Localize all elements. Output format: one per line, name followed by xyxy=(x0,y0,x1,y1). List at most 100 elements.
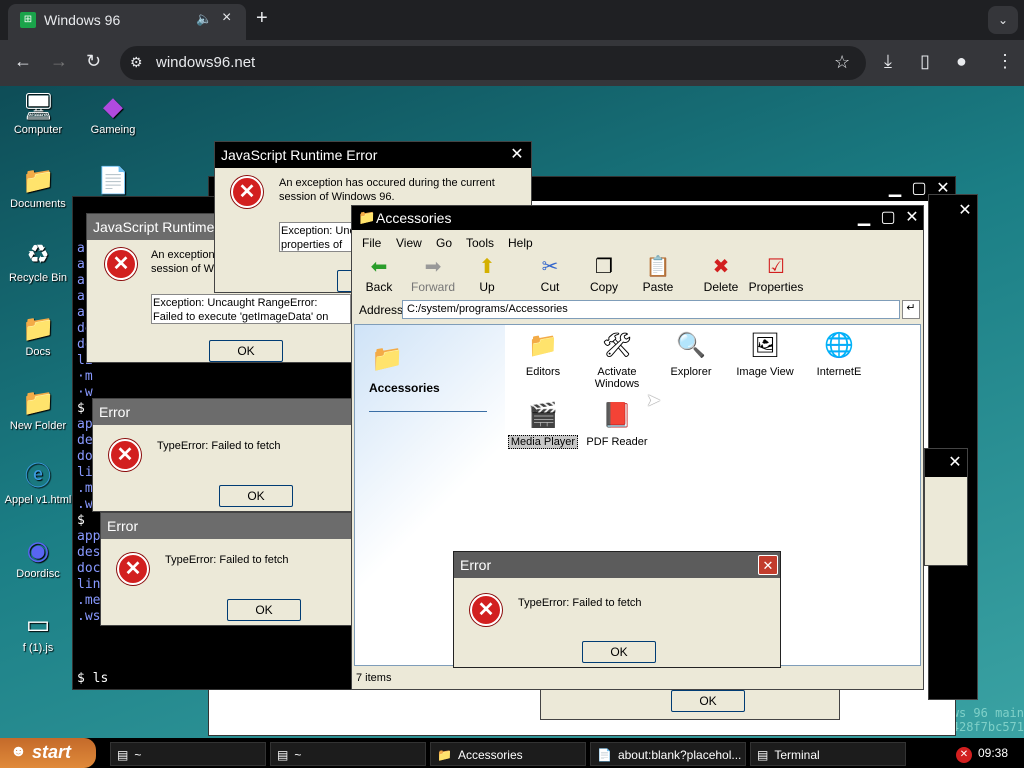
up-folder-icon: ⬆ xyxy=(478,256,496,278)
item-internete[interactable]: 🌐 InternetE xyxy=(803,330,875,378)
desktop-icon-f1js[interactable]: ▭ f (1).js xyxy=(1,608,75,654)
maximize-icon[interactable]: ▢ xyxy=(909,179,929,199)
document-icon: 📄 xyxy=(97,165,130,195)
side-panel-title: Accessories xyxy=(369,381,440,395)
item-image-view[interactable]: 🖼 Image View xyxy=(729,330,801,378)
ok-button[interactable]: OK xyxy=(227,599,301,621)
ie-icon: ⓔ xyxy=(24,461,51,491)
desktop-icon-notes[interactable]: 📄 xyxy=(76,164,150,198)
folder-icon: 📁 xyxy=(358,209,376,225)
folder-icon: 📁 xyxy=(437,748,452,762)
error-icon: ✕ xyxy=(117,553,149,585)
error-tray-icon[interactable]: ✕ xyxy=(956,747,972,763)
item-media-player[interactable]: 🎬 Media Player xyxy=(507,400,579,449)
windows96-favicon: ⊞ xyxy=(20,12,36,28)
menu-help[interactable]: Help xyxy=(508,236,533,250)
forward-arrow-icon[interactable]: → xyxy=(50,52,68,70)
close-icon[interactable]: ✕ xyxy=(945,453,965,473)
desktop-icon-recycle-bin[interactable]: ♻ Recycle Bin xyxy=(1,238,75,284)
error-message: TypeError: Failed to fetch xyxy=(518,597,642,609)
taskbar-item-terminal-1[interactable]: ▤ ~ xyxy=(110,742,266,766)
start-button[interactable]: ☻ start xyxy=(0,738,96,768)
ok-button[interactable]: OK xyxy=(219,485,293,507)
profile-icon[interactable]: ● xyxy=(956,52,967,70)
more-menu-icon[interactable]: ⋮ xyxy=(996,52,1014,70)
menu-tools[interactable]: Tools xyxy=(466,236,494,250)
address-input[interactable]: C:/system/programs/Accessories xyxy=(402,300,900,319)
back-arrow-icon[interactable]: ← xyxy=(14,52,32,70)
ok-button[interactable]: OK xyxy=(209,340,283,362)
item-explorer[interactable]: 🔍 Explorer xyxy=(655,330,727,378)
desktop-icon-computer[interactable]: 🖥 Computer xyxy=(1,90,75,136)
desktop-icon-appel[interactable]: ⓔ Appel v1.html xyxy=(1,460,75,506)
taskbar-item-terminal-2[interactable]: ▤ ~ xyxy=(270,742,426,766)
tools-icon: 🛠 xyxy=(601,332,633,359)
bookmark-star-icon[interactable]: ☆ xyxy=(834,52,850,73)
ok-button[interactable]: OK xyxy=(671,690,745,712)
minimize-icon[interactable]: ▁ xyxy=(854,208,874,228)
forward-arrow-icon: ➡ xyxy=(424,256,442,278)
ok-button[interactable]: OK xyxy=(582,641,656,663)
go-arrow-icon[interactable]: ↵ xyxy=(902,300,920,319)
taskbar-item-terminal-app[interactable]: ▤ Terminal xyxy=(750,742,906,766)
error-message: TypeError: Failed to fetch xyxy=(157,440,281,452)
menu-view[interactable]: View xyxy=(396,236,422,250)
item-pdf-reader[interactable]: 📕 PDF Reader xyxy=(581,400,653,448)
error-dialog-1: Error ✕ TypeError: Failed to fetch OK xyxy=(92,398,354,512)
tab-title: Windows 96 xyxy=(44,12,121,28)
taskbar-item-about-blank[interactable]: 📄 about:blank?placehol... xyxy=(590,742,746,766)
properties-icon: ☑ xyxy=(767,256,785,278)
side-panel-icon[interactable]: ▯ xyxy=(920,52,930,70)
download-icon[interactable]: ⤓ xyxy=(884,52,892,70)
delete-button[interactable]: ✖ Delete xyxy=(696,254,746,294)
background-dialog-edge: ✕ xyxy=(924,448,968,566)
start-smiley-icon: ☻ xyxy=(10,743,27,760)
close-icon[interactable]: ✕ xyxy=(955,201,975,221)
site-settings-icon[interactable]: ⚙ xyxy=(130,54,143,71)
copy-icon: ❐ xyxy=(595,256,613,278)
folder-icon: 📁 xyxy=(22,165,55,195)
dialog-titlebar: JavaScript Runtime Error xyxy=(215,142,531,168)
cut-button[interactable]: ✂ Cut xyxy=(525,254,575,294)
taskbar-item-accessories[interactable]: 📁 Accessories xyxy=(430,742,586,766)
reload-icon[interactable]: ↻ xyxy=(86,52,101,70)
scissors-icon: ✂ xyxy=(541,256,559,278)
close-icon[interactable]: ✕ xyxy=(758,555,778,575)
folder-icon: 📁 xyxy=(22,313,55,343)
new-tab-icon[interactable]: + xyxy=(256,8,268,28)
paste-button[interactable]: 📋 Paste xyxy=(633,254,683,294)
desktop-icon-new-folder[interactable]: 📁 New Folder xyxy=(1,386,75,432)
browser-tab[interactable]: ⊞ Windows 96 🔈 × xyxy=(8,4,246,40)
desktop-icon-gameing[interactable]: ◆ Gameing xyxy=(76,90,150,136)
copy-button[interactable]: ❐ Copy xyxy=(579,254,629,294)
tab-search-chevron-icon[interactable]: ⌄ xyxy=(988,6,1018,34)
back-button[interactable]: ⬅ Back xyxy=(354,254,404,294)
speaker-icon[interactable]: 🔈 xyxy=(196,11,212,27)
dialog-titlebar: Error xyxy=(93,399,353,425)
address-bar[interactable]: ⚙ windows96.net ☆ xyxy=(120,46,866,80)
minimize-icon[interactable]: ▁ xyxy=(885,179,905,199)
computer-icon: 🖥 xyxy=(22,91,56,121)
error-icon: ✕ xyxy=(105,248,137,280)
desktop-icon-doordisc[interactable]: ◉ Doordisc xyxy=(1,534,75,580)
close-icon[interactable]: ✕ xyxy=(902,208,922,228)
close-icon[interactable]: ✕ xyxy=(507,145,527,165)
terminal-prompt[interactable]: $ ls xyxy=(77,671,108,687)
menu-file[interactable]: File xyxy=(362,236,381,250)
error-dialog-3: Error ✕ ✕ TypeError: Failed to fetch OK xyxy=(453,551,781,668)
properties-button[interactable]: ☑ Properties xyxy=(748,254,804,294)
desktop-icon-documents[interactable]: 📁 Documents xyxy=(1,164,75,210)
tab-close-icon[interactable]: × xyxy=(222,9,231,27)
dialog-titlebar: Error xyxy=(454,552,780,578)
forward-button[interactable]: ➡ Forward xyxy=(408,254,458,294)
terminal-line: ·m xyxy=(77,369,93,384)
desktop-icon-docs[interactable]: 📁 Docs xyxy=(1,312,75,358)
item-editors[interactable]: 📁 Editors xyxy=(507,330,579,378)
maximize-icon[interactable]: ▢ xyxy=(878,208,898,228)
up-button[interactable]: ⬆ Up xyxy=(462,254,512,294)
menu-go[interactable]: Go xyxy=(436,236,452,250)
cube-icon: ◆ xyxy=(103,91,123,121)
item-activate-windows[interactable]: 🛠 Activate Windows xyxy=(581,330,653,390)
terminal-icon: ▤ xyxy=(277,748,289,762)
terminal-icon: ▤ xyxy=(117,748,129,762)
